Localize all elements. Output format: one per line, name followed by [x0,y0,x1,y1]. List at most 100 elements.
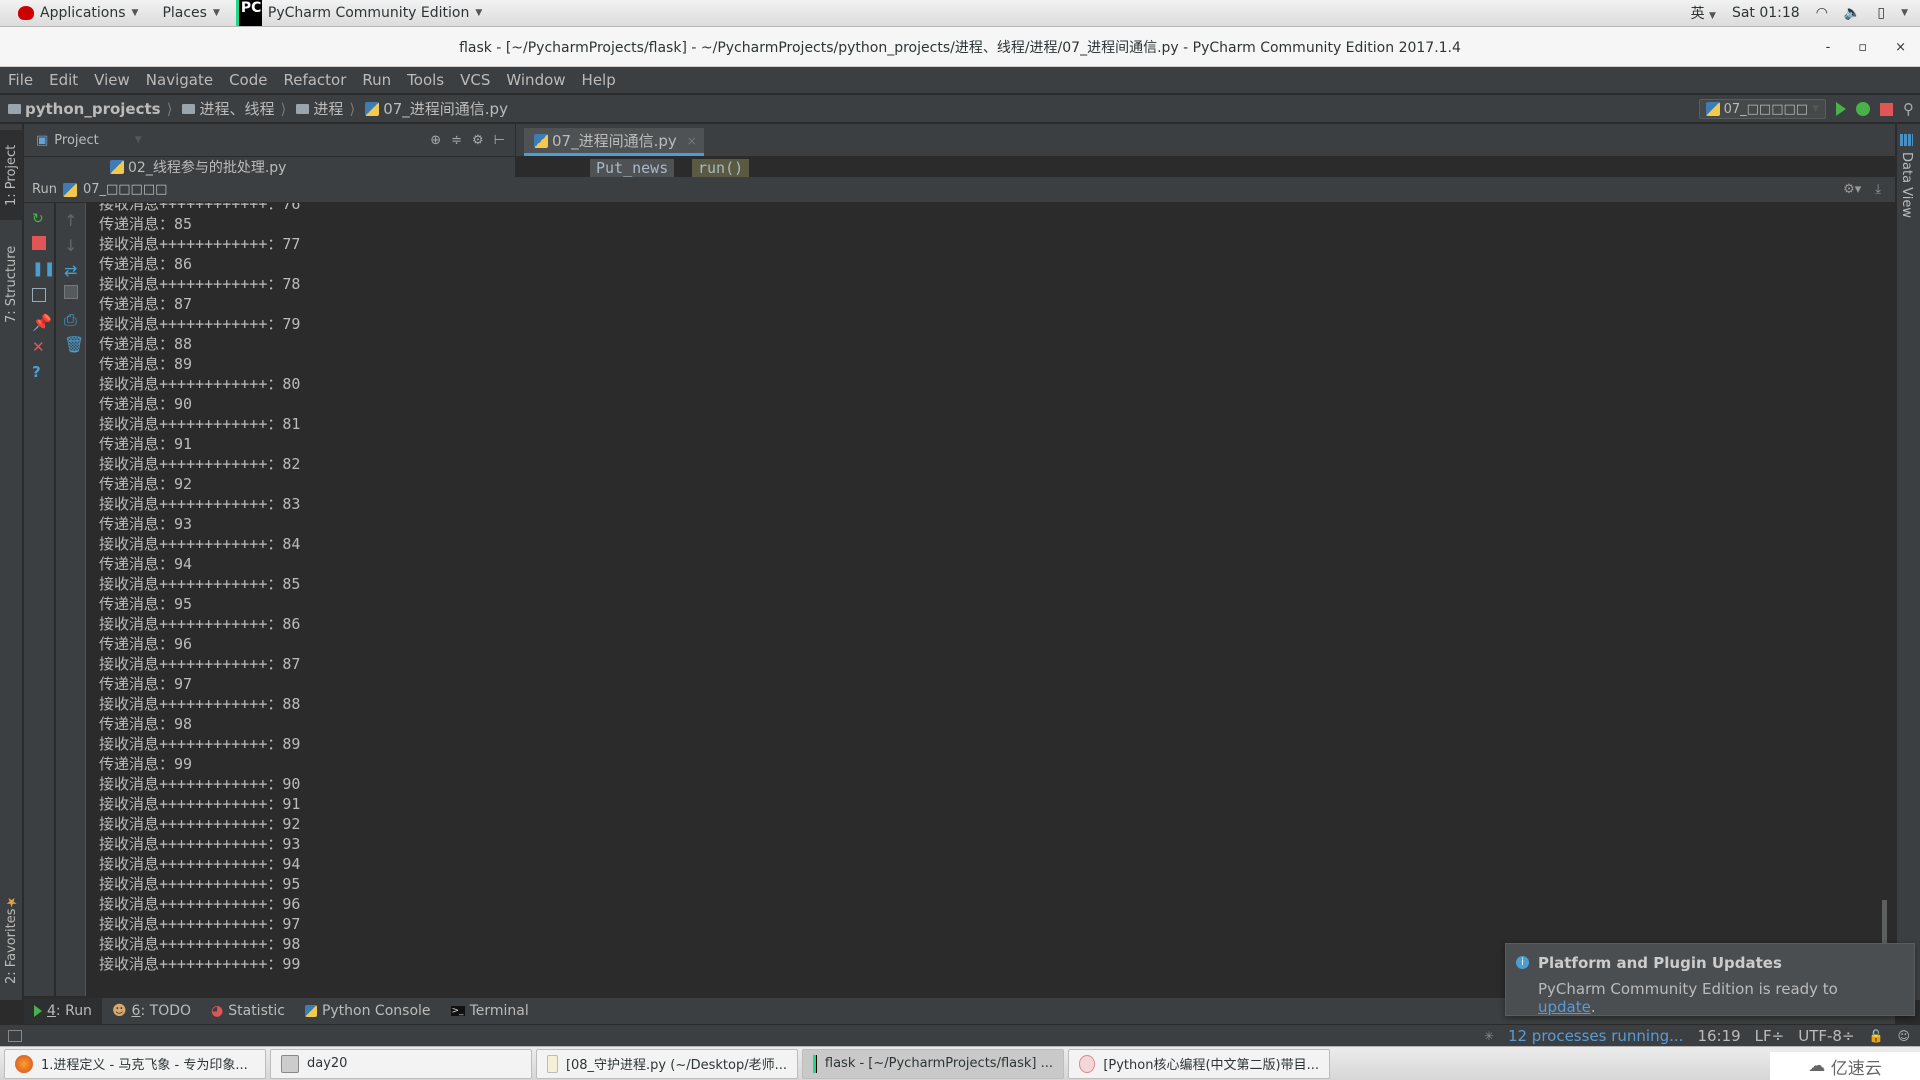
hide-panel-icon[interactable]: ⤓ [1875,182,1881,197]
window-title: flask - [~/PycharmProjects/flask] - ~/Py… [459,39,1461,56]
tool-tab-favorites[interactable]: 2: Favorites ★ [0,884,23,994]
taskbar-item-firefox[interactable]: 1.进程定义 - 马克飞象 - 专为印象... [4,1048,266,1079]
menu-navigate[interactable]: Navigate [144,71,215,89]
menu-code[interactable]: Code [227,71,269,89]
taskbar-item-label: flask - [~/PycharmProjects/flask] ... [824,1056,1053,1071]
stop-icon[interactable] [1880,102,1893,116]
tool-tab-terminal[interactable]: >_ Terminal [441,998,539,1025]
gnome-top-bar: Applications ▼ Places ▼ PC PyCharm Commu… [0,0,1920,27]
hide-panel-icon[interactable]: ⊢ [494,133,505,148]
places-menu[interactable]: Places ▼ [150,0,231,27]
tab-label: : TODO [140,1003,192,1019]
menu-run[interactable]: Run [360,71,393,89]
project-tree-item[interactable]: 02_线程参与的批处理.py [24,157,515,177]
breadcrumb-method[interactable]: run() [692,159,750,177]
taskbar-item-pycharm[interactable]: flask - [~/PycharmProjects/flask] ... [802,1048,1064,1079]
collapse-all-icon[interactable]: ≑ [451,133,462,148]
navigation-bar: python_projects 进程、线程 进程 07_进程间通信.py 07_… [0,95,1920,123]
toggle-tool-windows-icon[interactable] [8,1029,22,1042]
applications-menu[interactable]: Applications ▼ [0,0,150,27]
run-tab[interactable]: 07_□□□□□ [83,182,167,197]
breadcrumb-file[interactable]: 07_进程间通信.py [343,98,508,119]
stop-icon[interactable] [32,236,46,250]
menu-view[interactable]: View [92,71,132,89]
chevron-down-icon[interactable]: ▼ [135,135,142,145]
background-processes-link[interactable]: 12 processes running... [1508,1027,1684,1045]
restore-layout-icon[interactable] [32,288,46,302]
clock[interactable]: Sat 01:18 [1732,5,1800,21]
wifi-icon[interactable]: ◠ [1816,5,1828,21]
console-scrollbar[interactable] [1880,203,1888,996]
breadcrumb-project[interactable]: python_projects [8,100,161,118]
debug-icon[interactable] [1856,102,1870,116]
taskbar-item-files[interactable]: day20 [270,1048,532,1079]
chevron-down-icon: ▼ [131,8,139,18]
update-notification[interactable]: i Platform and Plugin Updates PyCharm Co… [1505,943,1915,1016]
maximize-button[interactable]: ▫ [1858,40,1867,55]
tool-tab-todo[interactable]: ☻ 6: TODO [102,998,201,1025]
run-console-output[interactable]: 接收消息++++++++++++：76 传递消息：85 接收消息++++++++++… [86,203,1888,996]
lock-icon[interactable]: 🔓 [1869,1029,1884,1043]
scroll-from-source-icon[interactable]: ⊕ [430,133,441,148]
taskbar-item-editor[interactable]: [08_守护进程.py (~/Desktop/老师... [536,1048,798,1079]
tool-tab-data-view[interactable]: Data View [1899,134,1914,218]
tool-tab-project[interactable]: 1: Project [0,130,23,220]
menu-help[interactable]: Help [580,71,618,89]
print-icon[interactable]: ⎙ [64,310,78,329]
inspector-icon[interactable]: ☺ [1897,1029,1910,1043]
up-arrow-icon[interactable]: ↑ [64,211,78,230]
taskbar-item-pdf[interactable]: [Python核心编程(中文第二版)带目... [1068,1048,1330,1079]
gear-icon[interactable]: ⚙▾ [1843,182,1861,197]
menu-window[interactable]: Window [504,71,567,89]
tool-tab-run[interactable]: 4: Run [24,997,102,1025]
pause-icon[interactable]: ❚❚ [32,261,55,277]
breadcrumb-subfolder[interactable]: 进程 [274,98,343,119]
notification-body: PyCharm Community Edition is ready to up… [1538,980,1900,1016]
menu-refactor[interactable]: Refactor [281,71,348,89]
menu-edit[interactable]: Edit [47,71,80,89]
down-arrow-icon[interactable]: ↓ [64,236,78,255]
menu-file[interactable]: File [6,71,35,89]
pin-icon[interactable]: 📌 [32,313,52,332]
close-tab-icon[interactable]: × [687,134,697,148]
close-icon[interactable]: ✕ [32,338,46,356]
active-app-menu[interactable]: PC PyCharm Community Edition ▼ [232,0,494,27]
tool-tab-structure[interactable]: 7: Structure [0,234,23,334]
battery-icon[interactable]: ▯ [1877,5,1885,21]
project-view-icon: ▣ [36,132,49,148]
console-line: 传递消息：88 [99,335,193,353]
menu-tools[interactable]: Tools [405,71,446,89]
python-file-icon [534,133,548,148]
tab-mnemonic: 4 [47,1003,56,1019]
tool-tab-python-console[interactable]: Python Console [295,998,441,1025]
chevron-down-icon: ▼ [1812,104,1819,114]
breadcrumb-class[interactable]: Put_news [590,159,675,177]
help-icon[interactable]: ? [32,363,46,381]
breadcrumb-folder[interactable]: 进程、线程 [161,98,274,119]
soft-wrap-icon[interactable]: ⇄ [64,261,78,280]
minimize-button[interactable]: - [1826,40,1831,55]
search-everywhere-icon[interactable]: ⚲ [1903,100,1914,118]
volume-icon[interactable]: 🔈 [1844,5,1861,21]
update-link[interactable]: update [1538,998,1591,1016]
notification-title: Platform and Plugin Updates [1538,954,1782,972]
input-method-indicator[interactable]: 英 ▼ [1691,3,1716,23]
console-line: 接收消息++++++++++++：95 [99,875,301,893]
caret-position[interactable]: 16:19 [1697,1027,1740,1045]
system-menu-chevron-icon[interactable]: ▼ [1901,8,1908,18]
editor-tab[interactable]: 07_进程间通信.py × [524,128,704,156]
menu-vcs[interactable]: VCS [458,71,492,89]
project-view-select[interactable]: Project [54,133,98,148]
close-button[interactable]: × [1895,40,1906,55]
gear-icon[interactable]: ⚙ [472,133,484,148]
line-separator-select[interactable]: LF÷ [1755,1027,1785,1045]
trash-icon[interactable]: 🗑 [64,335,84,354]
console-line: 传递消息：99 [99,755,193,773]
console-line: 接收消息++++++++++++：98 [99,935,301,953]
encoding-select[interactable]: UTF-8÷ [1798,1027,1854,1045]
tool-tab-statistic[interactable]: ◕ Statistic [201,998,295,1025]
scroll-to-end-icon[interactable] [64,285,78,299]
run-config-select[interactable]: 07_□□□□□ ▼ [1698,99,1826,119]
rerun-icon[interactable]: ↻ [32,211,46,227]
run-icon[interactable] [1836,102,1846,116]
